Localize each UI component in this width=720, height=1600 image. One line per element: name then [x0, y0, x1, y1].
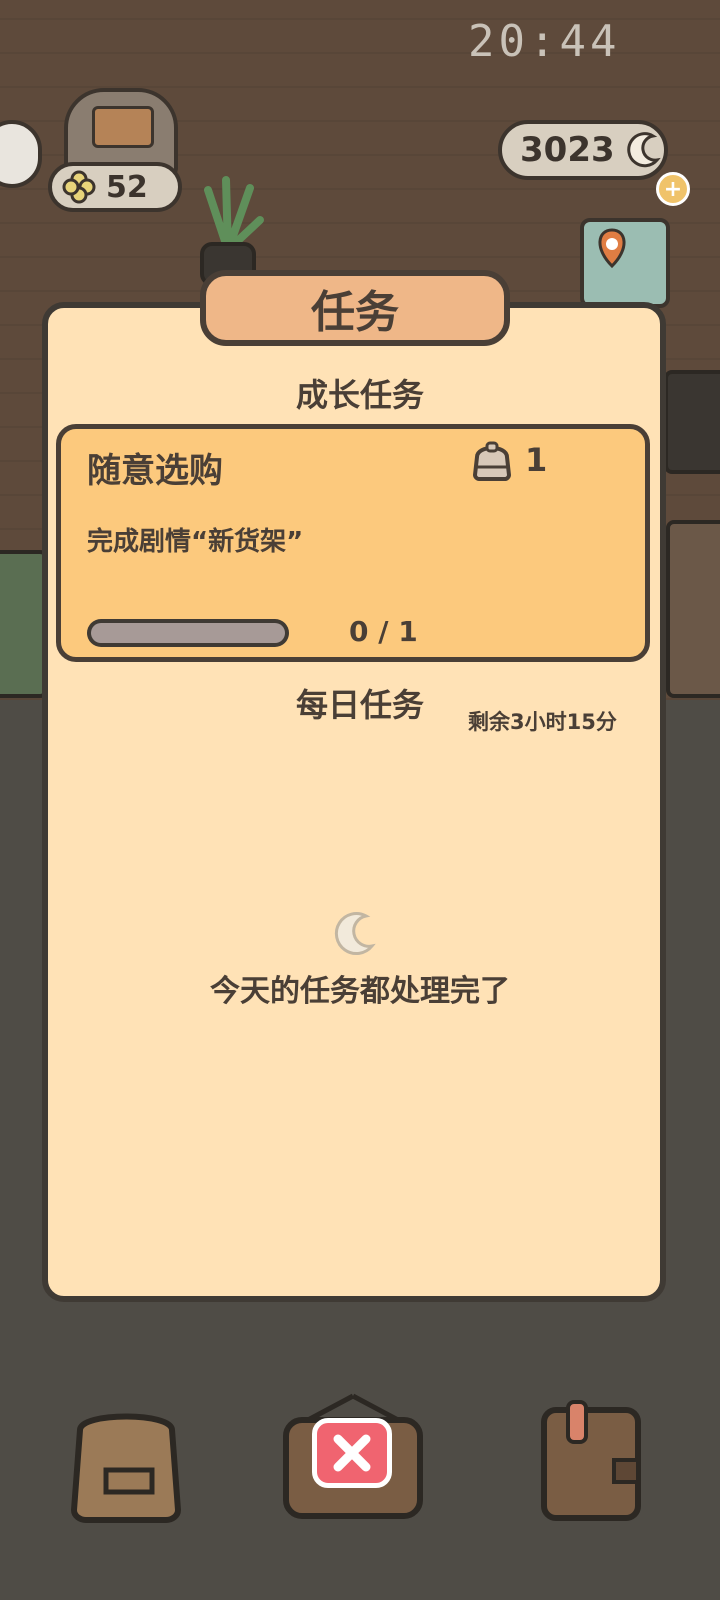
- task-progress-track: [91, 623, 285, 643]
- panel-title: 任务: [200, 270, 510, 346]
- task-progress-bar: [87, 619, 289, 647]
- task-progress-text: 0 / 1: [349, 615, 418, 648]
- moon-icon: [626, 132, 661, 168]
- clock-time: 20:44: [468, 16, 621, 67]
- plant-stand-decoration: [0, 550, 48, 698]
- add-currency-button[interactable]: +: [656, 172, 690, 206]
- currency-amount: 3023: [520, 130, 615, 170]
- close-icon: [333, 1434, 371, 1472]
- map-button[interactable]: [580, 218, 670, 308]
- task-description: 完成剧情“新货架”: [87, 527, 304, 557]
- clover-icon: [62, 170, 96, 204]
- bag-icon: [472, 441, 512, 481]
- task-name: 随意选购: [87, 451, 223, 491]
- close-button[interactable]: [312, 1418, 392, 1488]
- notebook-icon[interactable]: [536, 1400, 646, 1524]
- daily-empty-message: 今天的任务都处理完了: [210, 974, 510, 1009]
- daily-remaining-time: 剩余3小时15分: [468, 710, 617, 734]
- clover-count: 52: [106, 169, 148, 205]
- stool-decoration: [666, 520, 720, 698]
- moon-currency-counter[interactable]: 3023: [498, 120, 668, 180]
- reward-count: 1: [525, 441, 548, 479]
- backpack-icon[interactable]: [66, 1400, 186, 1524]
- growth-section-title: 成长任务: [295, 376, 424, 414]
- growth-task-card[interactable]: 随意选购 1 完成剧情“新货架” 0 / 1: [56, 424, 650, 662]
- map-pin-icon: [598, 228, 626, 269]
- task-reward: 1: [469, 439, 547, 481]
- clover-counter: 52: [48, 162, 182, 212]
- moon-icon: [334, 912, 376, 956]
